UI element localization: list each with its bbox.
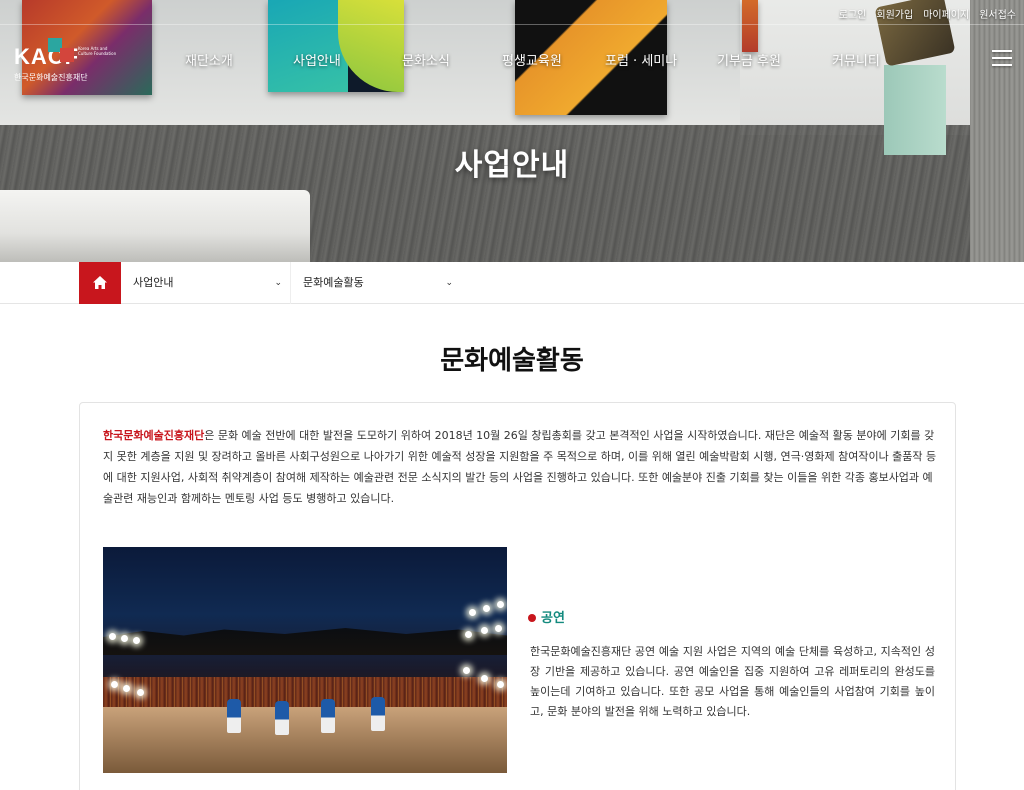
intro-highlight: 한국문화예술진흥재단 xyxy=(103,429,205,442)
mypage-link[interactable]: 마이페이지 xyxy=(923,6,969,21)
site-logo[interactable]: KACF Korea Arts and Culture Foundation 한… xyxy=(14,38,124,86)
logo-subtitle: 한국문화예술진흥재단 xyxy=(14,73,88,82)
section-title-label: 공연 xyxy=(541,611,565,626)
gallery-bench xyxy=(0,190,310,262)
logo-english-text: Korea Arts and Culture Foundation xyxy=(78,46,117,56)
nav-item-education[interactable]: 평생교육원 xyxy=(502,50,562,69)
header-divider xyxy=(0,24,1024,25)
hero-title: 사업안내 xyxy=(454,148,570,183)
login-link[interactable]: 로그인 xyxy=(839,6,867,21)
nav-item-forum[interactable]: 포럼 · 세미나 xyxy=(605,50,677,69)
signup-link[interactable]: 회원가입 xyxy=(876,6,913,21)
breadcrumb-level1-label: 사업안내 xyxy=(133,276,174,289)
utility-nav: 로그인 회원가입 마이페이지 원서접수 xyxy=(839,6,1016,21)
bullet-dot-icon xyxy=(528,613,536,622)
nav-item-donation[interactable]: 기부금 후원 xyxy=(717,50,781,69)
gallery-column xyxy=(970,0,1024,262)
hero-banner: 사업안내 xyxy=(0,0,1024,262)
nav-item-about[interactable]: 재단소개 xyxy=(185,50,233,69)
intro-paragraph: 한국문화예술진흥재단은 문화 예술 전반에 대한 발전을 도모하기 위하여 20… xyxy=(103,425,937,509)
section-body: 한국문화예술진흥재단 공연 예술 지원 사업은 지역의 예술 단체를 육성하고,… xyxy=(530,645,935,718)
artwork-2 xyxy=(268,0,404,92)
logo-mark-icon xyxy=(48,38,74,64)
breadcrumb: 사업안내 ⌄ 문화예술활동 ⌄ xyxy=(0,262,1024,304)
nav-item-news[interactable]: 문화소식 xyxy=(402,50,450,69)
home-icon xyxy=(93,276,107,289)
section-title: 공연 xyxy=(528,607,565,626)
page-title: 문화예술활동 xyxy=(440,346,584,376)
home-button[interactable] xyxy=(79,262,121,304)
hamburger-icon[interactable] xyxy=(992,50,1012,66)
content-card: 한국문화예술진흥재단은 문화 예술 전반에 대한 발전을 도모하기 위하여 20… xyxy=(79,402,956,790)
chevron-down-icon: ⌄ xyxy=(445,278,453,288)
breadcrumb-level1-select[interactable]: 사업안내 ⌄ xyxy=(121,262,291,304)
artwork-4 xyxy=(742,0,758,52)
chevron-down-icon: ⌄ xyxy=(274,278,282,288)
intro-text: 은 문화 예술 전반에 대한 발전을 도모하기 위하여 2018년 10월 26… xyxy=(103,429,937,505)
performance-photo xyxy=(103,547,507,773)
nav-item-community[interactable]: 커뮤니티 xyxy=(832,50,880,69)
application-link[interactable]: 원서접수 xyxy=(979,6,1016,21)
breadcrumb-level2-select[interactable]: 문화예술활동 ⌄ xyxy=(291,262,461,304)
nav-item-business[interactable]: 사업안내 xyxy=(293,50,341,69)
breadcrumb-level2-label: 문화예술활동 xyxy=(303,276,364,289)
